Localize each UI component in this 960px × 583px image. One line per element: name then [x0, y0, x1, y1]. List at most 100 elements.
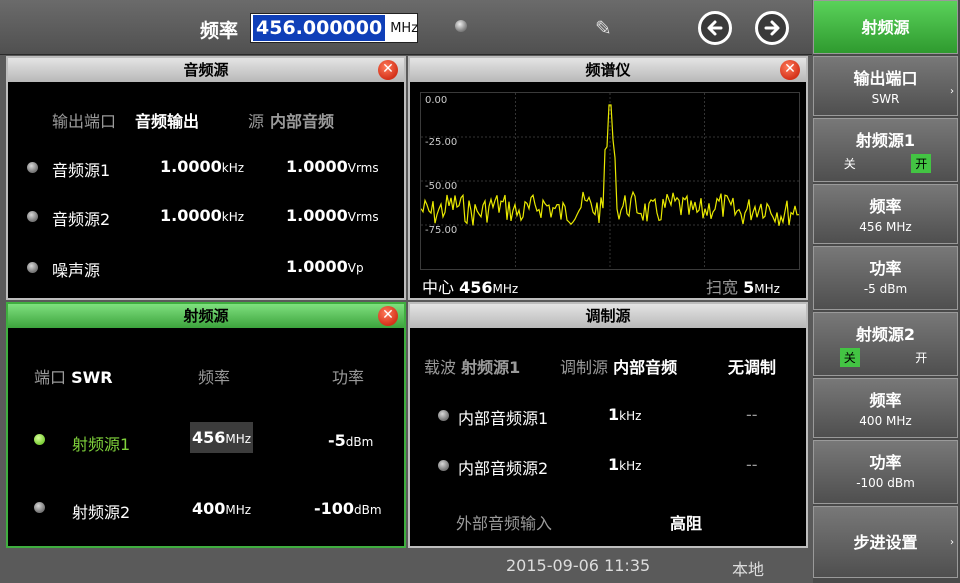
internal-audio2-freq[interactable]: 1kHz	[608, 455, 641, 474]
noise-source-name[interactable]: 噪声源	[52, 257, 100, 281]
level-label-0: 0.00	[425, 95, 448, 106]
rf-source1-power-unit: dBm	[345, 435, 374, 449]
side-item-rf-source1-freq-label: 频率	[869, 197, 902, 216]
audio-source1-freq[interactable]: 1.0000kHz	[160, 157, 244, 176]
audio-source2-freq[interactable]: 1.0000kHz	[160, 206, 244, 225]
side-item-rf-source1-freq[interactable]: 频率 456 MHz	[813, 184, 958, 244]
span-value: 5	[743, 278, 755, 297]
frequency-input[interactable]: 456.000000 MHz	[250, 13, 418, 43]
spectrum-analyzer-panel[interactable]: 频谱仪 ✕ 0.00 -25.00 -50.00 -75.00 中心 456MH…	[408, 56, 808, 300]
modulation-source-header: 调制源	[410, 304, 806, 328]
level-label-1: -25.00	[425, 137, 458, 148]
rf-source1-toggle[interactable]: 关 开	[814, 154, 957, 173]
side-item-step-settings[interactable]: 步进设置 ›	[813, 506, 958, 578]
rf-source-panel[interactable]: 射频源 ✕ 端口 SWR 频率 功率 射频源1 456MHz -5dBm 射频源…	[6, 302, 406, 548]
audio-source2-name[interactable]: 音频源2	[52, 206, 110, 230]
forward-button[interactable]	[755, 11, 789, 45]
chevron-right-icon: ›	[950, 537, 954, 548]
external-audio-input-label: 外部音频输入	[456, 514, 553, 533]
side-item-rf-source1-freq-value: 456 MHz	[859, 220, 912, 234]
side-menu-title: 射频源	[813, 0, 958, 54]
side-item-rf-source2-freq-value: 400 MHz	[859, 414, 912, 428]
side-item-rf-source1-power[interactable]: 功率 -5 dBm	[813, 246, 958, 310]
audio-source2-amp-value: 1.0000	[286, 206, 348, 225]
side-item-rf-source1[interactable]: 射频源1 关 开	[813, 118, 958, 182]
side-item-output-port[interactable]: 输出端口 SWR ›	[813, 56, 958, 116]
rf-source-title: 射频源	[183, 307, 229, 325]
side-menu: 射频源 输出端口 SWR › 射频源1 关 开 频率 456 MHz 功率 -5…	[813, 0, 960, 583]
center-label: 中心	[422, 278, 455, 297]
arrow-left-icon	[707, 20, 723, 36]
center-freq[interactable]: 中心 456MHz	[422, 274, 518, 298]
span-unit: MHz	[754, 282, 780, 296]
rf-source1-freq-value: 456	[192, 428, 226, 447]
feather-icon[interactable]: ✎	[595, 16, 612, 40]
modulation-source-label: 调制源	[560, 358, 609, 377]
modulation-source-title: 调制源	[585, 307, 631, 325]
side-item-rf-source2[interactable]: 射频源2 关 开	[813, 312, 958, 376]
chevron-right-icon: ›	[950, 86, 954, 97]
external-audio-input-value[interactable]: 高阻	[670, 510, 702, 534]
carrier-value: 射频源1	[461, 358, 521, 377]
audio-source1-led	[27, 162, 38, 173]
rf-source1-on-option[interactable]: 开	[911, 154, 932, 173]
close-icon[interactable]: ✕	[378, 60, 398, 80]
frequency-value[interactable]: 456.000000	[253, 15, 386, 41]
audio-source2-led	[27, 211, 38, 222]
carrier[interactable]: 载波 射频源1	[424, 354, 520, 378]
carrier-label: 载波	[424, 358, 457, 377]
rf-source-header: 射频源 ✕	[8, 304, 404, 328]
modulation-state[interactable]: 无调制	[728, 354, 776, 378]
modulation-source-panel[interactable]: 调制源 载波 射频源1 调制源 内部音频 无调制 内部音频源1 1kHz -- …	[408, 302, 808, 548]
rf-source2-power-value: -100	[314, 499, 355, 518]
spectrum-analyzer-title: 频谱仪	[585, 61, 631, 79]
audio-source2-amp[interactable]: 1.0000Vrms	[286, 206, 379, 225]
audio-source2-freq-value: 1.0000	[160, 206, 222, 225]
side-item-rf-source2-power-value: -100 dBm	[856, 476, 915, 490]
rf-source2-toggle[interactable]: 关 开	[814, 348, 957, 367]
noise-source-amp[interactable]: 1.0000Vp	[286, 257, 364, 276]
back-button[interactable]	[698, 11, 732, 45]
frequency-label: 频率	[200, 20, 239, 42]
rf-source2-off-option[interactable]: 关	[839, 348, 860, 367]
modulation-source-value: 内部音频	[613, 358, 678, 377]
spectrum-trace	[420, 93, 800, 269]
rf-source1-name[interactable]: 射频源1	[72, 431, 130, 455]
internal-audio2-name[interactable]: 内部音频源2	[458, 455, 548, 479]
audio-source1-name[interactable]: 音频源1	[52, 157, 110, 181]
side-menu-title-text: 射频源	[861, 18, 910, 37]
close-icon[interactable]: ✕	[780, 60, 800, 80]
audio-source-panel[interactable]: 音频源 ✕ 输出端口 音频输出 源 内部音频 音频源1 1.0000kHz 1.…	[6, 56, 406, 300]
audio-source1-amp[interactable]: 1.0000Vrms	[286, 157, 379, 176]
modulation-source[interactable]: 调制源 内部音频	[560, 354, 677, 378]
rf-source1-freq[interactable]: 456MHz	[190, 422, 254, 453]
side-item-rf-source2-freq[interactable]: 频率 400 MHz	[813, 378, 958, 438]
side-item-rf-source2-power[interactable]: 功率 -100 dBm	[813, 440, 958, 504]
side-item-rf-source1-power-label: 功率	[869, 259, 902, 278]
audio-source2-amp-unit: Vrms	[347, 210, 379, 224]
rf-source1-power-value: -5	[328, 431, 346, 450]
span-freq[interactable]: 扫宽 5MHz	[706, 274, 780, 298]
status-indicator-icon	[455, 20, 467, 32]
internal-audio1-led	[438, 410, 449, 421]
source-label: 源	[248, 112, 265, 131]
rf-port-value: SWR	[71, 368, 113, 387]
rf-source1-freq-unit: MHz	[225, 432, 252, 446]
internal-audio1-name[interactable]: 内部音频源1	[458, 405, 548, 429]
rf-source1-power[interactable]: -5dBm	[328, 431, 373, 450]
rf-source2-power[interactable]: -100dBm	[314, 499, 382, 518]
rf-source2-on-option[interactable]: 开	[911, 348, 931, 367]
side-item-rf-source1-power-value: -5 dBm	[863, 282, 908, 296]
internal-audio2-led	[438, 460, 449, 471]
rf-port[interactable]: 端口 SWR	[34, 364, 113, 388]
close-icon[interactable]: ✕	[378, 306, 398, 326]
rf-freq-column-header: 频率	[198, 368, 231, 387]
internal-audio1-freq[interactable]: 1kHz	[608, 405, 641, 424]
rf-source2-freq[interactable]: 400MHz	[192, 499, 251, 518]
rf-source2-name[interactable]: 射频源2	[72, 499, 130, 523]
center-unit: MHz	[492, 282, 519, 296]
rf-source1-off-option[interactable]: 关	[840, 154, 860, 173]
output-port-value[interactable]: 音频输出	[135, 108, 199, 132]
source-value[interactable]: 内部音频	[270, 108, 334, 132]
spectrum-plot[interactable]: 0.00 -25.00 -50.00 -75.00	[420, 92, 800, 270]
